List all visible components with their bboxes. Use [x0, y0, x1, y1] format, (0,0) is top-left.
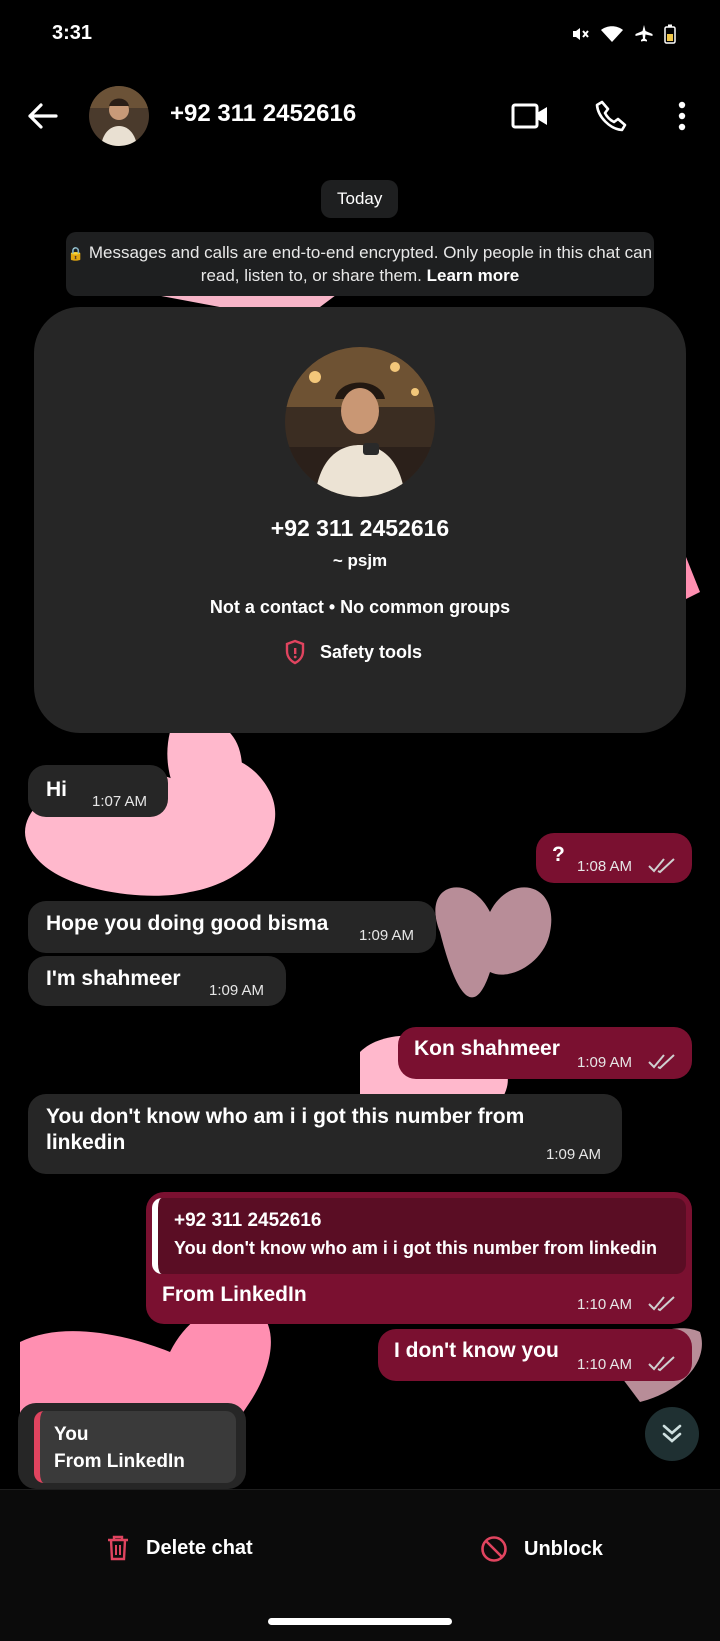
quoted-author: +92 311 2452616: [174, 1210, 322, 1231]
contact-info-card: +92 311 2452616 ~ psjm Not a contact • N…: [34, 307, 686, 733]
reply-preview-quote: You From LinkedIn: [34, 1411, 236, 1483]
message-bubble-incoming[interactable]: You don't know who am i i got this numbe…: [28, 1094, 622, 1174]
message-text: From LinkedIn: [162, 1283, 307, 1306]
phone-icon: [595, 100, 627, 132]
learn-more-link[interactable]: Learn more: [427, 266, 520, 285]
message-bubble-outgoing[interactable]: ? 1:08 AM: [536, 833, 692, 883]
wifi-icon: [601, 26, 623, 42]
message-time: 1:10 AM: [577, 1296, 633, 1313]
double-check-icon: [648, 1356, 675, 1372]
reply-preview-text: From LinkedIn: [54, 1451, 185, 1472]
lock-icon: 🔒: [67, 246, 85, 261]
message-time: 1:09 AM: [577, 1054, 633, 1071]
chat-header: +92 311 2452616: [0, 70, 720, 163]
message-time: 1:10 AM: [577, 1356, 633, 1373]
message-time: 1:09 AM: [546, 1146, 602, 1163]
card-phone-number: +92 311 2452616: [270, 515, 450, 541]
double-check-icon: [648, 858, 675, 874]
message-time: 1:08 AM: [577, 858, 633, 875]
blocked-actions-bar: Delete chat Unblock: [0, 1489, 720, 1641]
airplane-icon: [635, 25, 653, 42]
date-chip: Today: [321, 180, 399, 218]
reply-preview-author: You: [54, 1424, 89, 1445]
message-time: 1:09 AM: [359, 927, 415, 944]
home-indicator[interactable]: [268, 1618, 452, 1625]
voice-call-button[interactable]: [589, 94, 633, 138]
back-arrow-icon[interactable]: [24, 98, 60, 134]
message-time: 1:09 AM: [209, 982, 265, 999]
double-check-icon: [648, 1054, 675, 1070]
status-time: 3:31: [52, 22, 93, 44]
message-bubble-outgoing-reply[interactable]: +92 311 2452616 You don't know who am i …: [146, 1192, 692, 1324]
message-bubble-outgoing[interactable]: Kon shahmeer 1:09 AM: [398, 1027, 692, 1079]
status-icons: [570, 24, 676, 44]
status-bar: 3:31: [0, 0, 720, 70]
reply-preview[interactable]: You From LinkedIn: [18, 1403, 246, 1489]
chat-area[interactable]: Today 🔒 Messages and calls are end-to-en…: [0, 162, 720, 1489]
shield-icon: [285, 639, 305, 665]
unblock-label: Unblock: [524, 1537, 603, 1560]
message-time: 1:07 AM: [92, 793, 148, 810]
message-text: Hi: [46, 778, 67, 801]
message-bubble-outgoing[interactable]: I don't know you 1:10 AM: [378, 1329, 692, 1381]
double-check-icon: [648, 1296, 675, 1312]
message-text: Kon shahmeer: [414, 1037, 560, 1060]
message-text: I don't know you: [394, 1339, 559, 1362]
safety-tools-button[interactable]: Safety tools: [284, 639, 422, 665]
delete-chat-label: Delete chat: [146, 1536, 253, 1559]
message-text: ?: [552, 843, 565, 866]
more-vert-icon: [678, 101, 686, 131]
more-options-button[interactable]: [660, 94, 704, 138]
message-text: Hope you doing good bisma: [46, 912, 329, 935]
double-chevron-down-icon: [662, 1424, 682, 1443]
trash-icon: [108, 1535, 128, 1561]
video-call-icon: [511, 103, 547, 129]
scroll-to-bottom-button[interactable]: [645, 1407, 699, 1461]
message-text: I'm shahmeer: [46, 967, 181, 990]
message-text: You don't know who am i i got this numbe…: [46, 1105, 525, 1154]
message-bubble-incoming[interactable]: I'm shahmeer 1:09 AM: [28, 956, 286, 1006]
message-bubble-incoming[interactable]: Hope you doing good bisma 1:09 AM: [28, 901, 436, 953]
battery-icon: [664, 24, 676, 44]
block-icon: [481, 1536, 507, 1562]
contact-avatar[interactable]: [89, 86, 149, 146]
encryption-notice-text: Messages and calls are end-to-end encryp…: [88, 243, 653, 285]
video-call-button[interactable]: [508, 94, 552, 138]
card-alias: ~ psjm: [332, 551, 388, 570]
safety-tools-label: Safety tools: [320, 641, 423, 662]
message-bubble-incoming[interactable]: Hi 1:07 AM: [28, 765, 168, 817]
quoted-text: You don't know who am i i got this numbe…: [174, 1238, 657, 1258]
mute-icon: [573, 28, 589, 40]
contact-title[interactable]: +92 311 2452616: [170, 100, 356, 128]
unblock-button[interactable]: Unblock: [480, 1535, 603, 1563]
delete-chat-button[interactable]: Delete chat: [106, 1535, 253, 1561]
contact-profile-photo[interactable]: [285, 347, 435, 497]
encryption-notice[interactable]: 🔒 Messages and calls are end-to-end encr…: [66, 232, 654, 296]
card-contact-meta: Not a contact • No common groups: [209, 597, 511, 617]
quoted-message[interactable]: +92 311 2452616 You don't know who am i …: [152, 1198, 686, 1274]
